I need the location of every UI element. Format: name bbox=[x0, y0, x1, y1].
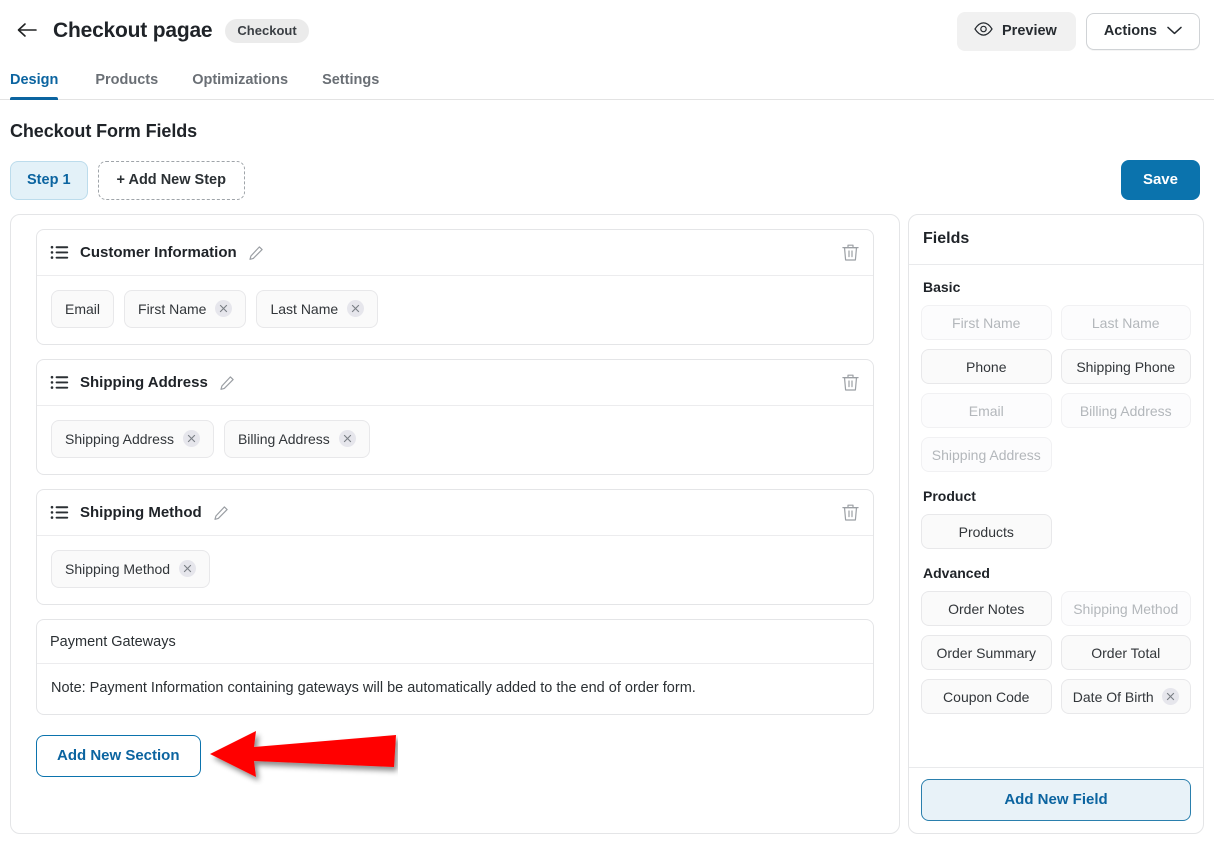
actions-label: Actions bbox=[1103, 22, 1157, 39]
palette-field-billing-address: Billing Address bbox=[1060, 393, 1191, 428]
eye-icon bbox=[974, 21, 993, 40]
section-title: Shipping Method bbox=[80, 504, 202, 521]
field-chip-label: Billing Address bbox=[237, 430, 330, 447]
field-chip[interactable]: Shipping Address bbox=[51, 420, 214, 458]
tab-bar: Design Products Optimizations Settings bbox=[0, 62, 1214, 100]
palette-field-order-total[interactable]: Order Total bbox=[1060, 635, 1191, 670]
top-bar: Checkout pagae Checkout Preview Actions bbox=[0, 0, 1214, 62]
fields-panel: Fields Basic First Name Last Name Phone … bbox=[908, 214, 1204, 834]
payment-note: Note: Payment Information containing gat… bbox=[51, 680, 696, 696]
top-bar-actions: Preview Actions bbox=[957, 11, 1200, 51]
edit-pencil-icon[interactable] bbox=[213, 505, 229, 521]
palette-field-shipping-phone[interactable]: Shipping Phone bbox=[1060, 349, 1191, 384]
tab-settings[interactable]: Settings bbox=[305, 72, 396, 99]
preview-label: Preview bbox=[1002, 22, 1057, 39]
remove-field-icon[interactable] bbox=[179, 560, 197, 577]
section-title: Payment Gateways bbox=[50, 633, 176, 650]
section-card-shipping-address: Shipping Address Shipping Address Billin… bbox=[36, 359, 874, 475]
palette-field-date-of-birth[interactable]: Date Of Birth bbox=[1060, 679, 1191, 714]
list-drag-icon[interactable] bbox=[50, 375, 69, 390]
add-new-field-button[interactable]: Add New Field bbox=[921, 779, 1191, 821]
chevron-down-icon bbox=[1167, 23, 1182, 39]
section-title: Customer Information bbox=[80, 244, 237, 261]
add-new-section-button[interactable]: Add New Section bbox=[36, 735, 201, 777]
field-group-basic: First Name Last Name Phone Shipping Phon… bbox=[921, 305, 1191, 472]
section-card-payment-gateways: Payment Gateways Note: Payment Informati… bbox=[36, 619, 874, 715]
field-chip-label: Last Name bbox=[270, 300, 339, 317]
section-header: Shipping Address bbox=[37, 360, 873, 406]
field-chip-label: Shipping Address bbox=[65, 430, 174, 447]
page-title: Checkout pagae bbox=[53, 19, 213, 42]
section-card-customer-information: Customer Information Email First Name La… bbox=[36, 229, 874, 345]
field-chip[interactable]: Last Name bbox=[256, 290, 379, 328]
tab-products[interactable]: Products bbox=[78, 72, 175, 99]
steps-row: Step 1 + Add New Step Save bbox=[0, 142, 1214, 200]
field-group-label-product: Product bbox=[923, 488, 976, 504]
field-group-advanced: Order Notes Shipping Method Order Summar… bbox=[921, 591, 1191, 714]
red-arrow-annotation bbox=[208, 723, 398, 785]
field-group-label-basic: Basic bbox=[923, 279, 961, 295]
palette-field-phone[interactable]: Phone bbox=[921, 349, 1052, 384]
palette-field-coupon-code[interactable]: Coupon Code bbox=[921, 679, 1052, 714]
back-button[interactable] bbox=[10, 14, 44, 48]
palette-field-email: Email bbox=[921, 393, 1052, 428]
section-card-shipping-method: Shipping Method Shipping Method bbox=[36, 489, 874, 605]
edit-pencil-icon[interactable] bbox=[248, 245, 264, 261]
remove-field-icon[interactable] bbox=[1161, 688, 1179, 705]
edit-pencil-icon[interactable] bbox=[219, 375, 235, 391]
section-header: Payment Gateways bbox=[37, 620, 873, 664]
remove-field-icon[interactable] bbox=[338, 430, 356, 447]
section-header: Shipping Method bbox=[37, 490, 873, 536]
field-chip-label: First Name bbox=[138, 300, 207, 317]
fields-panel-body: Basic First Name Last Name Phone Shippin… bbox=[909, 265, 1203, 767]
form-fields-heading: Checkout Form Fields bbox=[10, 121, 198, 141]
body-wrapper: Customer Information Email First Name La… bbox=[0, 200, 1214, 834]
form-builder-panel: Customer Information Email First Name La… bbox=[10, 214, 900, 834]
field-chip[interactable]: Billing Address bbox=[223, 420, 370, 458]
palette-field-order-summary[interactable]: Order Summary bbox=[921, 635, 1052, 670]
section-title: Shipping Address bbox=[80, 374, 208, 391]
section-chip-list: Shipping Method bbox=[37, 536, 873, 604]
remove-field-icon[interactable] bbox=[182, 430, 200, 447]
field-group-product: Products bbox=[921, 514, 1191, 549]
palette-field-shipping-method: Shipping Method bbox=[1060, 591, 1191, 626]
add-section-row: Add New Section bbox=[22, 729, 888, 777]
field-chip[interactable]: First Name bbox=[124, 290, 247, 328]
arrow-left-icon bbox=[16, 21, 38, 42]
remove-field-icon[interactable] bbox=[215, 300, 233, 317]
palette-field-first-name: First Name bbox=[921, 305, 1052, 340]
field-chip[interactable]: Email bbox=[51, 290, 115, 328]
fields-panel-title: Fields bbox=[909, 215, 1203, 265]
palette-field-last-name: Last Name bbox=[1060, 305, 1191, 340]
save-button[interactable]: Save bbox=[1120, 160, 1200, 200]
preview-button[interactable]: Preview bbox=[957, 11, 1076, 51]
field-chip-label: Email bbox=[65, 300, 101, 317]
list-drag-icon[interactable] bbox=[50, 505, 69, 520]
field-chip[interactable]: Shipping Method bbox=[51, 550, 211, 588]
add-new-step-button[interactable]: + Add New Step bbox=[97, 160, 245, 200]
palette-field-products[interactable]: Products bbox=[921, 514, 1052, 549]
section-header: Customer Information bbox=[37, 230, 873, 276]
tab-optimizations[interactable]: Optimizations bbox=[175, 72, 305, 99]
delete-section-icon[interactable] bbox=[842, 503, 859, 522]
section-chip-list: Email First Name Last Name bbox=[37, 276, 873, 344]
list-drag-icon[interactable] bbox=[50, 245, 69, 260]
section-chip-list: Shipping Address Billing Address bbox=[37, 406, 873, 474]
status-badge: Checkout bbox=[225, 19, 309, 43]
field-group-label-advanced: Advanced bbox=[923, 565, 990, 581]
fields-panel-footer: Add New Field bbox=[909, 767, 1203, 833]
step-1-tab[interactable]: Step 1 bbox=[10, 160, 88, 200]
palette-field-label: Date Of Birth bbox=[1072, 688, 1154, 705]
remove-field-icon[interactable] bbox=[347, 300, 365, 317]
delete-section-icon[interactable] bbox=[842, 373, 859, 392]
field-chip-label: Shipping Method bbox=[65, 560, 171, 577]
palette-field-order-notes[interactable]: Order Notes bbox=[921, 591, 1052, 626]
tab-design[interactable]: Design bbox=[10, 72, 78, 100]
delete-section-icon[interactable] bbox=[842, 243, 859, 262]
actions-button[interactable]: Actions bbox=[1085, 12, 1200, 50]
palette-field-shipping-address: Shipping Address bbox=[921, 437, 1052, 472]
